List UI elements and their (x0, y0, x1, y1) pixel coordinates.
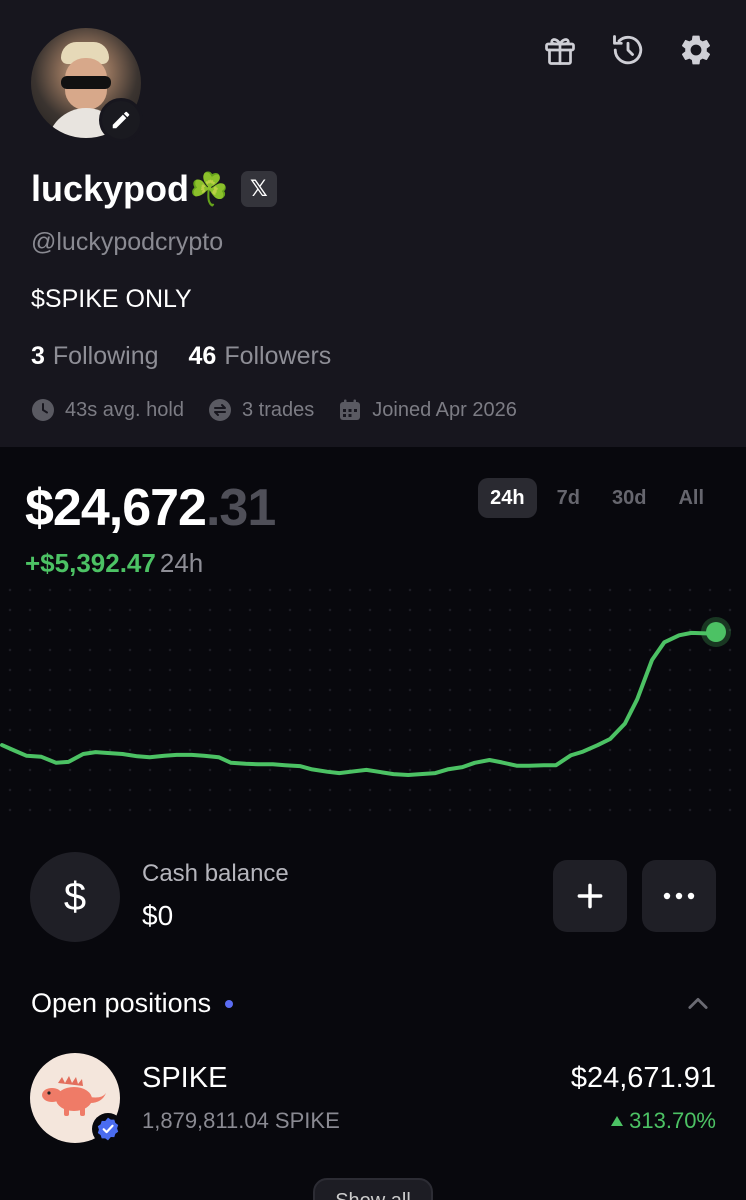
avg-hold-text: 43s avg. hold (65, 398, 184, 421)
up-triangle-icon (611, 1116, 624, 1126)
plus-icon (577, 883, 603, 909)
followers-label: Followers (224, 342, 332, 370)
cash-balance-value: $0 (142, 900, 174, 931)
clover-emoji: ☘️ (189, 171, 229, 207)
dollar-icon: $ (63, 874, 87, 919)
portfolio-line (0, 630, 718, 777)
current-point-marker (706, 622, 726, 642)
position-change: 313.70% (611, 1108, 716, 1134)
portfolio-chart[interactable] (0, 580, 746, 820)
display-name-text: luckypod (31, 168, 190, 209)
followers-count: 46 (188, 342, 217, 370)
open-positions-title: Open positions (31, 988, 212, 1018)
collapse-positions-button[interactable] (684, 990, 712, 1018)
range-tabs: 24h 7d 30d All (478, 478, 716, 518)
portfolio-change: +$5,392.47 24h (25, 548, 203, 579)
x-logo-icon: 𝕏 (250, 176, 268, 202)
settings-icon (681, 35, 711, 65)
profile-meta: 43s avg. hold 3 trades Joined Apr 2026 (31, 398, 517, 422)
calendar-icon (340, 399, 361, 420)
cash-icon: $ (30, 852, 120, 942)
edit-avatar-button[interactable] (99, 98, 143, 142)
range-tab-all[interactable]: All (666, 478, 716, 518)
gift-icon (545, 38, 575, 65)
chevron-up-icon (688, 997, 708, 1009)
open-positions-header: Open positions (31, 988, 234, 1019)
profile-section: luckypod ☘️ 𝕏 @luckypodcrypto $SPIKE ONLY… (0, 0, 746, 447)
add-cash-button[interactable] (553, 860, 627, 932)
history-button[interactable] (610, 32, 646, 68)
history-icon (613, 35, 643, 65)
portfolio-chart-svg (0, 617, 731, 777)
joined-text: Joined Apr 2026 (372, 398, 517, 421)
joined-stat: Joined Apr 2026 (338, 398, 517, 422)
following-label: Following (52, 342, 159, 370)
position-name: SPIKE (142, 1062, 228, 1094)
portfolio-value: $24,672.31 (25, 478, 276, 538)
position-value: $24,671.91 (570, 1062, 716, 1094)
gift-button[interactable] (542, 32, 578, 68)
avg-hold-stat: 43s avg. hold (31, 398, 184, 422)
following-count: 3 (31, 342, 45, 370)
swap-icon (208, 399, 231, 421)
portfolio-value-main: $24,672 (25, 479, 207, 537)
user-handle: @luckypodcrypto (31, 228, 224, 256)
range-tab-24h[interactable]: 24h (478, 478, 537, 518)
settings-button[interactable] (678, 32, 714, 68)
more-options-button[interactable] (642, 860, 716, 932)
x-link-badge[interactable]: 𝕏 (240, 171, 277, 207)
header-actions (542, 32, 714, 68)
verified-check-icon (97, 1117, 119, 1141)
clock-icon (32, 399, 54, 421)
change-amount: +$5,392.47 (25, 548, 156, 578)
new-indicator-dot (225, 999, 234, 1008)
position-quantity: 1,879,811.04 SPIKE (142, 1108, 340, 1133)
range-tab-7d[interactable]: 7d (545, 478, 592, 518)
verified-badge (92, 1113, 124, 1145)
trades-text: 3 trades (241, 398, 315, 421)
cash-balance-label: Cash balance (142, 860, 289, 887)
followers-link[interactable]: 46 Followers (189, 342, 332, 371)
following-link[interactable]: 3 Following (31, 342, 159, 371)
profile-avatar[interactable] (31, 28, 143, 142)
show-all-button[interactable]: Show all (313, 1178, 433, 1200)
position-change-pct: 313.70% (629, 1108, 716, 1133)
change-period: 24h (159, 548, 204, 578)
more-horizontal-icon (663, 892, 695, 900)
user-bio: $SPIKE ONLY (31, 285, 192, 313)
pencil-icon (112, 111, 130, 129)
display-name: luckypod ☘️ 𝕏 (31, 168, 277, 210)
trades-stat: 3 trades (208, 398, 314, 422)
portfolio-value-cents: .31 (205, 479, 276, 537)
follow-stats: 3 Following 46 Followers (31, 342, 331, 371)
token-avatar (30, 1053, 124, 1145)
range-tab-30d[interactable]: 30d (600, 478, 658, 518)
